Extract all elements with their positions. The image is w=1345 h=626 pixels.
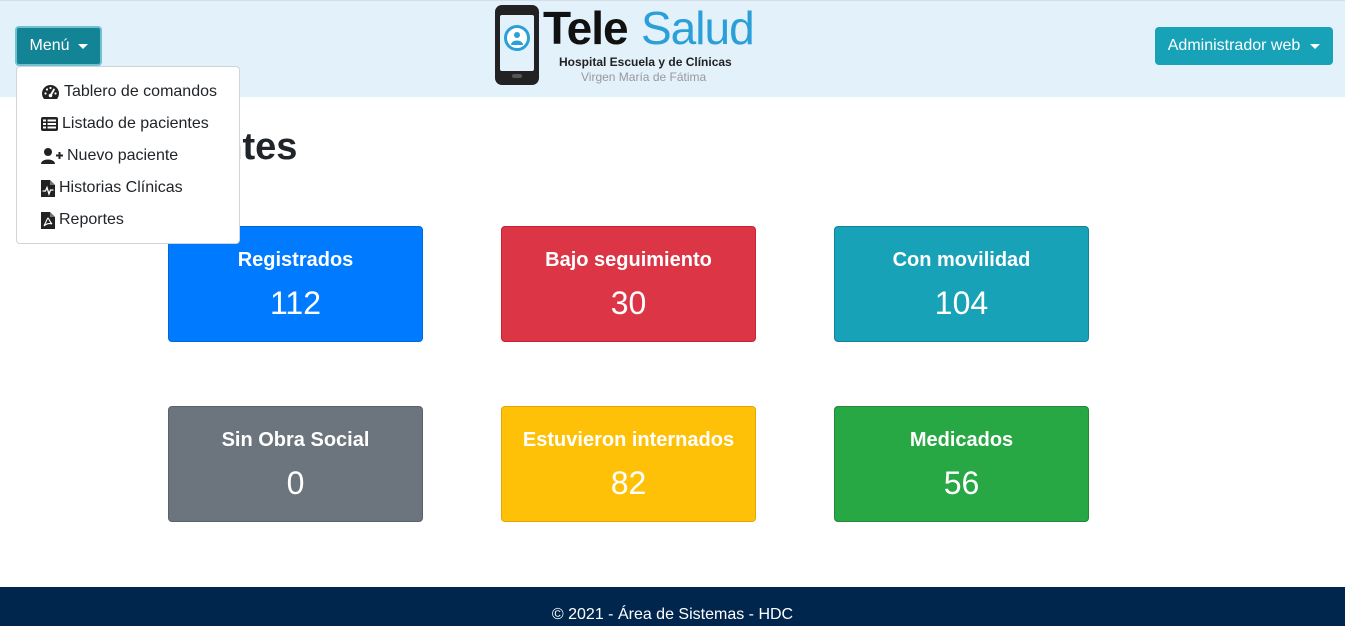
phone-icon — [495, 5, 539, 85]
stat-card-estuvieron-internados: Estuvieron internados 82 — [501, 406, 756, 522]
brand-subtitle-hospital: Hospital Escuela y de Clínicas — [559, 55, 732, 69]
telesalud-logo: Tele Salud Hospital Escuela y de Clínica… — [495, 2, 755, 89]
stat-card-label: Medicados — [909, 429, 1014, 451]
stat-card-bajo-seguimiento: Bajo seguimiento 30 — [501, 226, 756, 342]
menu-button-label: Menú — [29, 37, 70, 54]
menu-button[interactable]: Menú — [15, 26, 102, 66]
user-menu-button[interactable]: Administrador web — [1155, 27, 1333, 65]
stat-card-con-movilidad: Con movilidad 104 — [834, 226, 1089, 342]
menu-item-label: Nuevo paciente — [67, 147, 179, 164]
footer: © 2021 - Área de Sistemas - HDC — [0, 587, 1345, 626]
stat-card-label: Bajo seguimiento — [545, 249, 712, 271]
menu-item-label: Reportes — [59, 211, 124, 228]
menu-item-listado[interactable]: Listado de pacientes — [17, 108, 239, 140]
menu-item-label: Listado de pacientes — [62, 115, 209, 132]
footer-copyright: © 2021 - Área de Sistemas - HDC — [551, 606, 794, 623]
menu-item-tablero[interactable]: Tablero de comandos — [17, 76, 239, 108]
medical-file-icon — [41, 179, 55, 197]
stat-card-label: Con movilidad — [892, 249, 1031, 271]
brand-subtitle-virgen: Virgen María de Fátima — [581, 70, 707, 84]
doctor-icon — [511, 32, 523, 45]
stat-card-label: Estuvieron internados — [522, 429, 735, 451]
menu-item-label: Historias Clínicas — [59, 179, 183, 196]
pdf-file-icon — [41, 211, 55, 229]
caret-down-icon — [1310, 43, 1321, 49]
menu-item-historias[interactable]: Historias Clínicas — [17, 172, 239, 204]
stat-card-medicados: Medicados 56 — [834, 406, 1089, 522]
stat-card-value: 0 — [286, 465, 305, 501]
list-icon — [41, 117, 58, 131]
stat-card-value: 104 — [934, 285, 989, 321]
user-menu-label: Administrador web — [1167, 37, 1301, 54]
brand-name-part2: Salud — [641, 2, 755, 54]
stat-card-value: 30 — [610, 285, 647, 321]
menu-item-label: Tablero de comandos — [64, 83, 217, 100]
caret-down-icon — [77, 43, 88, 49]
tachometer-icon — [42, 85, 59, 99]
brand-name-part1: Tele — [543, 2, 629, 54]
user-plus-icon — [41, 148, 63, 164]
menu-item-nuevo-paciente[interactable]: Nuevo paciente — [17, 140, 239, 172]
stat-card-value: 82 — [610, 465, 647, 501]
menu-dropdown: Tablero de comandos Listado de pacientes… — [16, 66, 240, 244]
menu-item-reportes[interactable]: Reportes — [17, 204, 239, 236]
stat-card-value: 56 — [943, 465, 980, 501]
stat-card-label: Sin Obra Social — [221, 429, 370, 451]
stat-card-value: 112 — [269, 285, 321, 321]
stat-card-label: Registrados — [237, 249, 354, 271]
stat-card-sin-obra-social: Sin Obra Social 0 — [168, 406, 423, 522]
